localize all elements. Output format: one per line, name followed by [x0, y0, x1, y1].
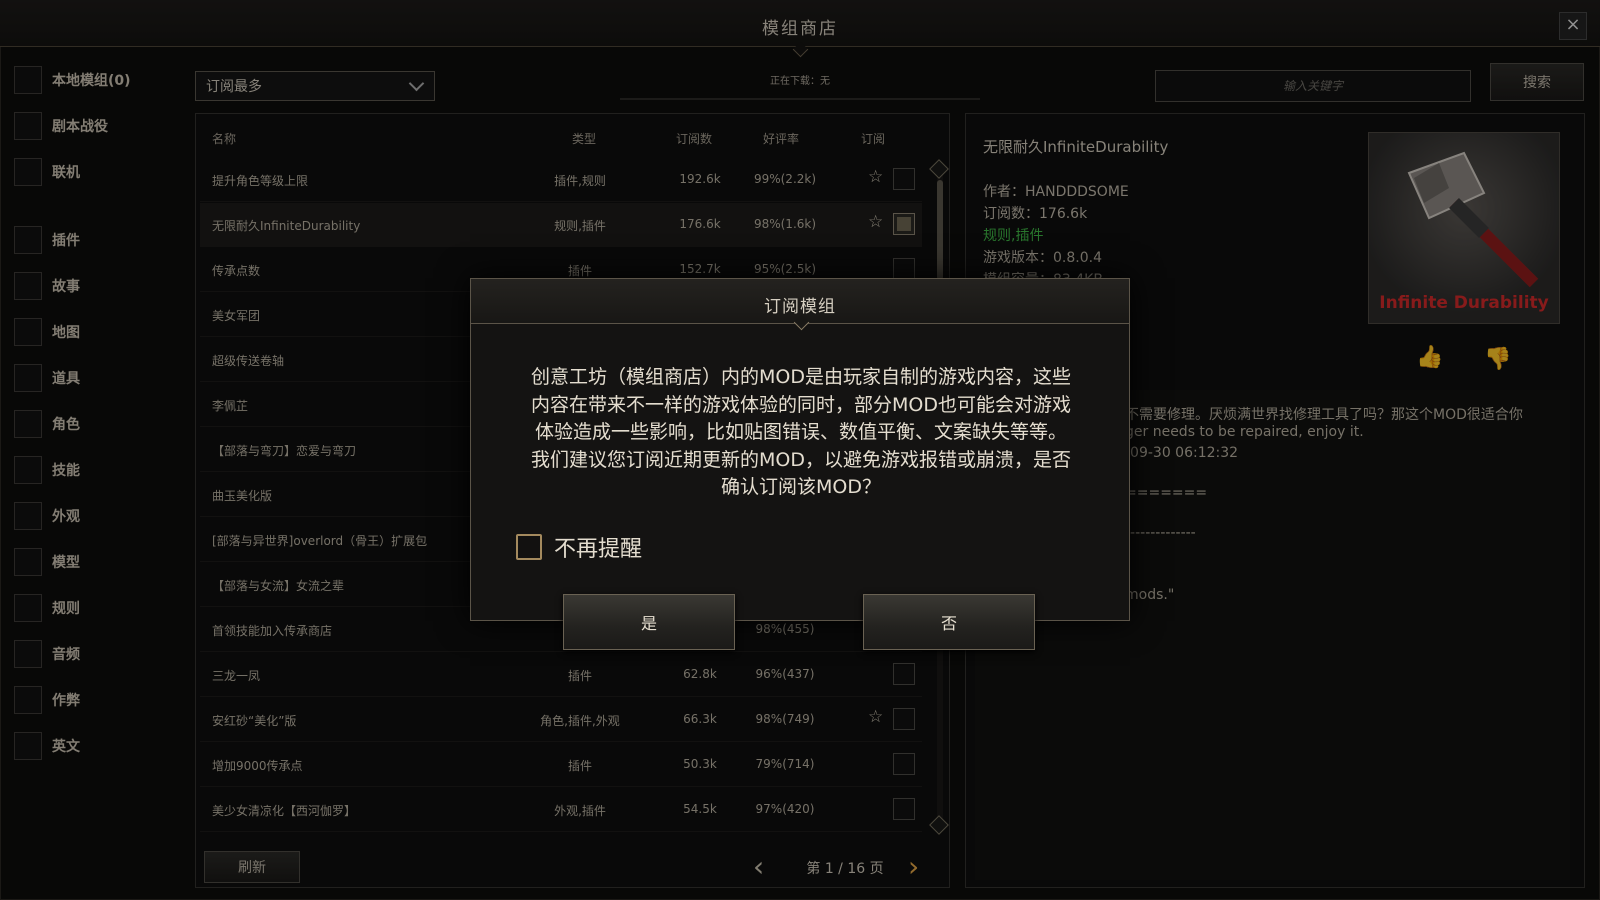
- confirm-yes-button[interactable]: 是: [563, 594, 735, 650]
- dialog-message-line: 内容在带来不一样的游戏体验的同时，部分MOD也可能会对游戏: [531, 393, 1071, 416]
- dialog-message: 创意工坊（模组商店）内的MOD是由玩家自制的游戏内容，这些 内容在带来不一样的游…: [501, 364, 1101, 502]
- dialog-message-line: 确认订阅该MOD？: [721, 476, 881, 498]
- dont-remind-option[interactable]: 不再提醒: [516, 531, 642, 563]
- dialog-message-line: 体验造成一些影响，比如贴图错误、数值平衡、文案缺失等等。: [534, 421, 1067, 443]
- dont-remind-checkbox[interactable]: [516, 534, 542, 560]
- dialog-title: 订阅模组: [764, 297, 836, 317]
- dialog-notch: [793, 314, 810, 331]
- dialog-message-line: 创意工坊（模组商店）内的MOD是由玩家自制的游戏内容，这些: [531, 366, 1071, 388]
- confirm-no-button[interactable]: 否: [863, 594, 1035, 650]
- dont-remind-label: 不再提醒: [554, 537, 643, 562]
- subscribe-dialog: 订阅模组 创意工坊（模组商店）内的MOD是由玩家自制的游戏内容，这些 内容在带来…: [470, 278, 1130, 621]
- dialog-header: 订阅模组: [471, 279, 1129, 331]
- dialog-message-line: 我们建议您订阅近期更新的MOD，以避免游戏报错或崩溃，是否: [531, 448, 1071, 471]
